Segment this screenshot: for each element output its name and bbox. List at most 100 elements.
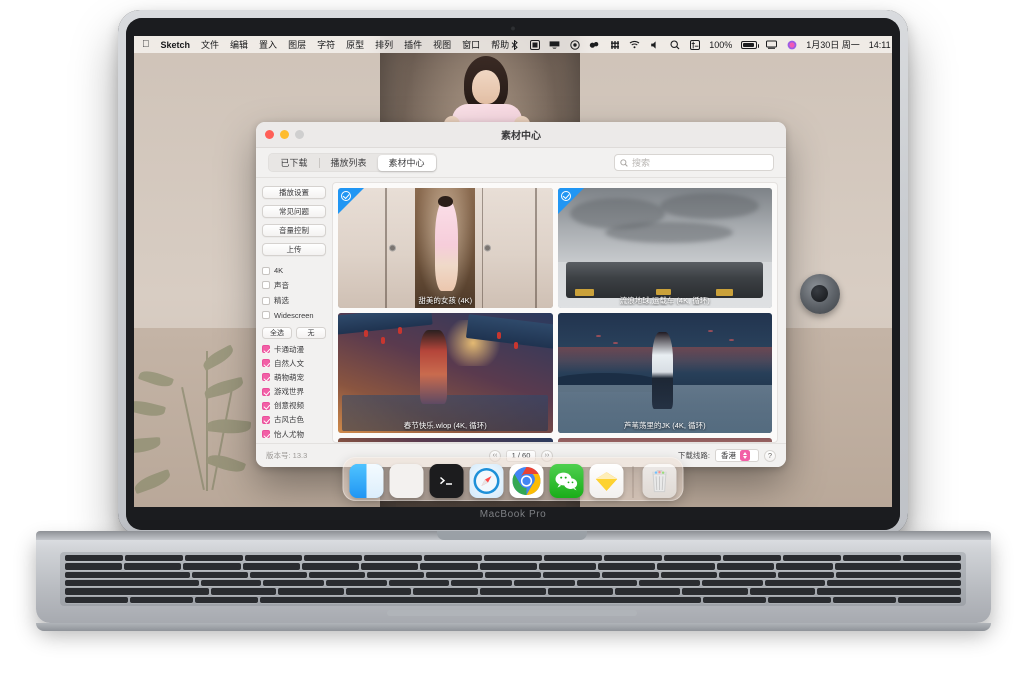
dock-item-finder[interactable]: [349, 464, 384, 498]
category-label-creative-video: 创意视频: [274, 401, 304, 411]
tab-playlist[interactable]: 播放列表: [320, 155, 378, 171]
category-cartoon-anime[interactable]: 卡通动漫: [262, 344, 326, 355]
tab-asset-center[interactable]: 素材中心: [377, 154, 436, 171]
volume-icon[interactable]: [649, 39, 660, 50]
version-label: 版本号: 13.3: [266, 451, 308, 460]
record-icon[interactable]: [569, 39, 580, 50]
filter-label-featured: 精选: [274, 296, 289, 305]
checkbox-4k[interactable]: [262, 266, 270, 275]
category-checkbox-group: 卡通动漫 自然人文 萌物萌宠 游戏世界 创意视频 古风古色 怡人尤物: [262, 344, 326, 444]
checkbox-ancient-style[interactable]: [262, 415, 270, 424]
filter-4k[interactable]: 4K: [262, 266, 326, 275]
dock-item-sketch[interactable]: [589, 464, 624, 498]
menubar-date[interactable]: 1月30日 周一: [806, 38, 860, 51]
input-source-icon[interactable]: [766, 39, 778, 50]
siri-icon[interactable]: [786, 39, 797, 50]
checkbox-widescreen[interactable]: [262, 311, 270, 319]
device-model-label: MacBook Pro: [479, 509, 547, 520]
filter-featured[interactable]: 精选: [262, 295, 326, 306]
sidebar-button-faq[interactable]: 常见问题: [262, 205, 326, 218]
asset-card[interactable]: 甜美的女孩 (4K): [338, 188, 553, 308]
asset-grid-container[interactable]: 甜美的女孩 (4K) 流浪地球,运载车 (4K, 循环) 春节快乐.wlop (…: [332, 182, 778, 443]
dock-item-safari[interactable]: [469, 464, 504, 498]
asset-caption: 流浪地球,运载车 (4K, 循环): [619, 296, 710, 305]
menu-item-edit[interactable]: 编辑: [230, 38, 248, 51]
zoom-button[interactable]: [295, 130, 304, 139]
battery-icon[interactable]: [741, 40, 760, 49]
keyboard-row: [65, 588, 962, 595]
dock-item-launchpad[interactable]: [389, 464, 424, 498]
dock-item-trash[interactable]: [642, 464, 677, 498]
footer-right: 下载线路: 香港 ?: [678, 449, 776, 462]
menu-item-layer[interactable]: 图层: [288, 38, 306, 51]
control-center-icon[interactable]: [689, 39, 700, 50]
dock-item-terminal[interactable]: [429, 464, 464, 498]
dock-item-chrome[interactable]: [509, 464, 544, 498]
menu-item-file[interactable]: 文件: [201, 38, 219, 51]
category-pleasant-beauty[interactable]: 怡人尤物: [262, 429, 326, 440]
search-icon[interactable]: [669, 39, 680, 50]
category-ancient-style[interactable]: 古风古色: [262, 414, 326, 425]
menu-item-view[interactable]: 视图: [433, 38, 451, 51]
search-icon: [620, 154, 628, 172]
filter-widescreen[interactable]: Widescreen: [262, 311, 326, 320]
sidebar-button-volume[interactable]: 音量控制: [262, 224, 326, 237]
checkbox-cute-pets[interactable]: [262, 373, 270, 382]
close-button[interactable]: [265, 130, 274, 139]
asset-card[interactable]: 芦苇荡里的JK (4K, 循环): [557, 313, 772, 433]
tab-downloaded[interactable]: 已下载: [270, 155, 319, 171]
checkbox-creative-video[interactable]: [262, 401, 270, 410]
minimize-button[interactable]: [280, 130, 289, 139]
category-label-cute-pets: 萌物萌宠: [274, 372, 304, 382]
sidebar-button-upload[interactable]: 上传: [262, 243, 326, 256]
sidebar: 播放设置 常见问题 音量控制 上传 4K 声音 精选 Widescreen 全选…: [256, 178, 332, 443]
tab-bar: 已下载 播放列表 素材中心: [268, 153, 438, 172]
menu-item-help[interactable]: 帮助: [491, 38, 509, 51]
category-label-pleasant-beauty: 怡人尤物: [274, 429, 304, 439]
apple-logo-icon[interactable]: : [142, 39, 150, 50]
select-none-button[interactable]: 无: [296, 326, 326, 339]
asset-card[interactable]: 流浪地球,运载车 (4K, 循环): [557, 188, 772, 308]
checkbox-featured[interactable]: [262, 296, 270, 305]
selected-check-icon: [341, 191, 351, 201]
asset-card[interactable]: 春节快乐.wlop (4K, 循环): [338, 313, 553, 433]
bluetooth-icon[interactable]: [509, 39, 520, 50]
menu-item-arrange[interactable]: 排列: [375, 38, 393, 51]
menu-item-window[interactable]: 窗口: [462, 38, 480, 51]
checkbox-pleasant-beauty[interactable]: [262, 430, 270, 439]
menubar-time[interactable]: 14:11: [869, 40, 891, 50]
menu-item-insert[interactable]: 置入: [259, 38, 277, 51]
checkbox-cartoon-anime[interactable]: [262, 345, 270, 353]
wifi-icon[interactable]: [629, 39, 640, 50]
screen:  Sketch 文件 编辑 置入 图层 字符 原型 排列 插件 视图 窗口 帮…: [134, 36, 892, 507]
download-route-select[interactable]: 香港: [715, 449, 759, 462]
checkbox-game-world[interactable]: [262, 387, 270, 396]
menu-item-prototype[interactable]: 原型: [346, 38, 364, 51]
category-game-world[interactable]: 游戏世界: [262, 386, 326, 397]
select-all-button[interactable]: 全选: [262, 326, 292, 339]
category-nature-culture[interactable]: 自然人文: [262, 358, 326, 369]
display-icon[interactable]: [549, 39, 560, 50]
search-input[interactable]: [632, 157, 768, 168]
asset-grid: 甜美的女孩 (4K) 流浪地球,运载车 (4K, 循环) 春节快乐.wlop (…: [333, 183, 777, 442]
menubar-app-name[interactable]: Sketch: [161, 40, 191, 50]
keyboard-row: [65, 571, 962, 578]
sidebar-button-play-settings[interactable]: 播放设置: [262, 186, 326, 199]
laptop-foot: [36, 623, 991, 631]
menu-item-plugins[interactable]: 插件: [404, 38, 422, 51]
dock-divider: [632, 466, 634, 498]
checkbox-nature-culture[interactable]: [262, 359, 270, 368]
download-route-value: 香港: [721, 451, 736, 460]
filter-checkbox-group: 4K 声音 精选 Widescreen: [262, 266, 326, 320]
dock-item-wechat[interactable]: [549, 464, 584, 498]
search-box[interactable]: [614, 154, 774, 171]
category-cute-pets[interactable]: 萌物萌宠: [262, 372, 326, 383]
checkbox-sound[interactable]: [262, 281, 270, 289]
category-creative-video[interactable]: 创意视频: [262, 400, 326, 411]
shortcut-icon[interactable]: [609, 39, 620, 50]
filter-sound[interactable]: 声音: [262, 280, 326, 291]
help-button[interactable]: ?: [764, 449, 776, 462]
menu-item-text[interactable]: 字符: [317, 38, 335, 51]
cloud-icon[interactable]: [589, 39, 600, 50]
screen-mirror-icon[interactable]: [529, 39, 540, 50]
